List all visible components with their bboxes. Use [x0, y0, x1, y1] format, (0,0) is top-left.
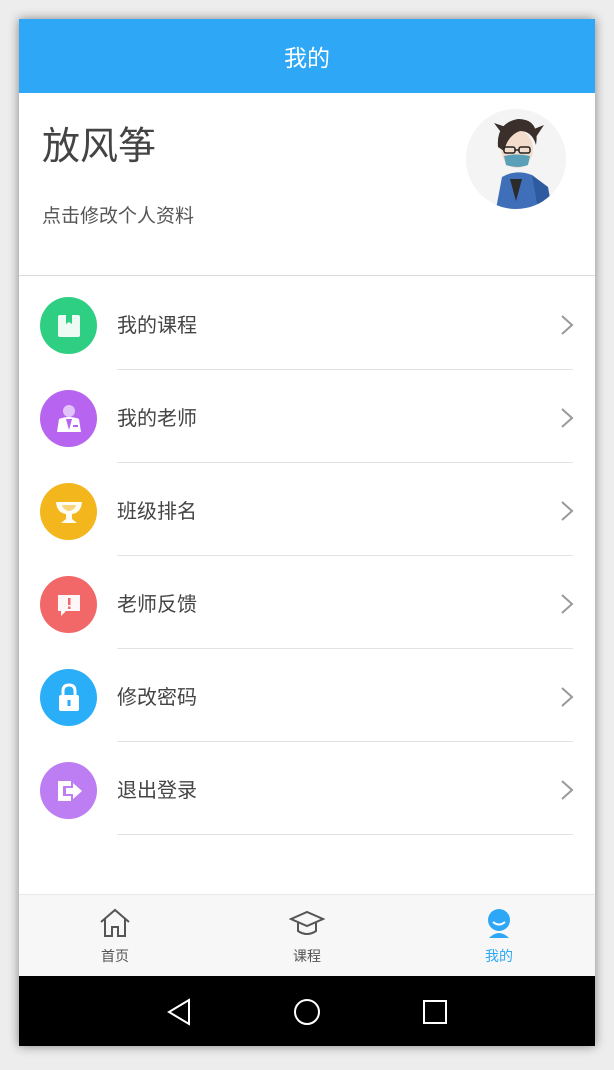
home-icon: [100, 908, 130, 937]
menu-item-logout[interactable]: 退出登录: [19, 742, 595, 835]
menu-list: 我的课程 我的老师 班级排名 老师反馈 修改密码 退出登录: [19, 277, 595, 835]
teacher-icon: [40, 390, 97, 447]
menu-item-label: 老师反馈: [117, 592, 197, 616]
tab-label: 课程: [293, 949, 321, 965]
user-icon: [488, 909, 510, 938]
menu-item-label: 我的老师: [117, 406, 197, 430]
profile-card[interactable]: 放风筝 点击修改个人资料: [19, 93, 595, 276]
page-title: 我的: [284, 46, 330, 72]
feedback-icon: [40, 576, 97, 633]
tab-home[interactable]: 首页: [19, 895, 211, 977]
tab-courses[interactable]: 课程: [211, 895, 403, 977]
phone-screen: 我的 放风筝 点击修改个人资料 我的课程 我的老师 班级排名 老师反馈 修改密码…: [19, 19, 595, 1046]
lock-icon: [40, 669, 97, 726]
avatar-illustration: [466, 109, 566, 209]
profile-name: 放风筝: [42, 124, 157, 168]
system-navigation-bar: [19, 976, 595, 1046]
edit-profile-link[interactable]: 点击修改个人资料: [42, 201, 194, 228]
tab-label: 我的: [485, 949, 513, 965]
menu-item-label: 班级排名: [117, 499, 197, 523]
menu-item-label: 退出登录: [117, 778, 197, 802]
menu-item-teacher-feedback[interactable]: 老师反馈: [19, 556, 595, 649]
chevron-right-icon: [561, 594, 574, 614]
bottom-tab-bar: 首页 课程 我的: [19, 894, 595, 976]
chevron-right-icon: [561, 780, 574, 800]
logout-icon: [40, 762, 97, 819]
menu-item-label: 我的课程: [117, 313, 197, 337]
top-app-bar: 我的: [19, 19, 595, 93]
chevron-right-icon: [561, 408, 574, 428]
menu-item-my-teachers[interactable]: 我的老师: [19, 370, 595, 463]
chevron-right-icon: [561, 501, 574, 521]
recents-icon[interactable]: [417, 994, 453, 1030]
home-circle-icon[interactable]: [289, 994, 325, 1030]
chevron-right-icon: [561, 315, 574, 335]
menu-item-class-ranking[interactable]: 班级排名: [19, 463, 595, 556]
menu-item-change-password[interactable]: 修改密码: [19, 649, 595, 742]
tab-me[interactable]: 我的: [403, 895, 595, 977]
menu-item-my-courses[interactable]: 我的课程: [19, 277, 595, 370]
graduation-cap-icon: [289, 910, 325, 935]
book-icon: [40, 297, 97, 354]
tab-label: 首页: [101, 949, 129, 965]
back-icon[interactable]: [161, 994, 197, 1030]
avatar[interactable]: [466, 109, 566, 209]
chevron-right-icon: [561, 687, 574, 707]
trophy-icon: [40, 483, 97, 540]
divider: [117, 834, 573, 835]
menu-item-label: 修改密码: [117, 685, 197, 709]
